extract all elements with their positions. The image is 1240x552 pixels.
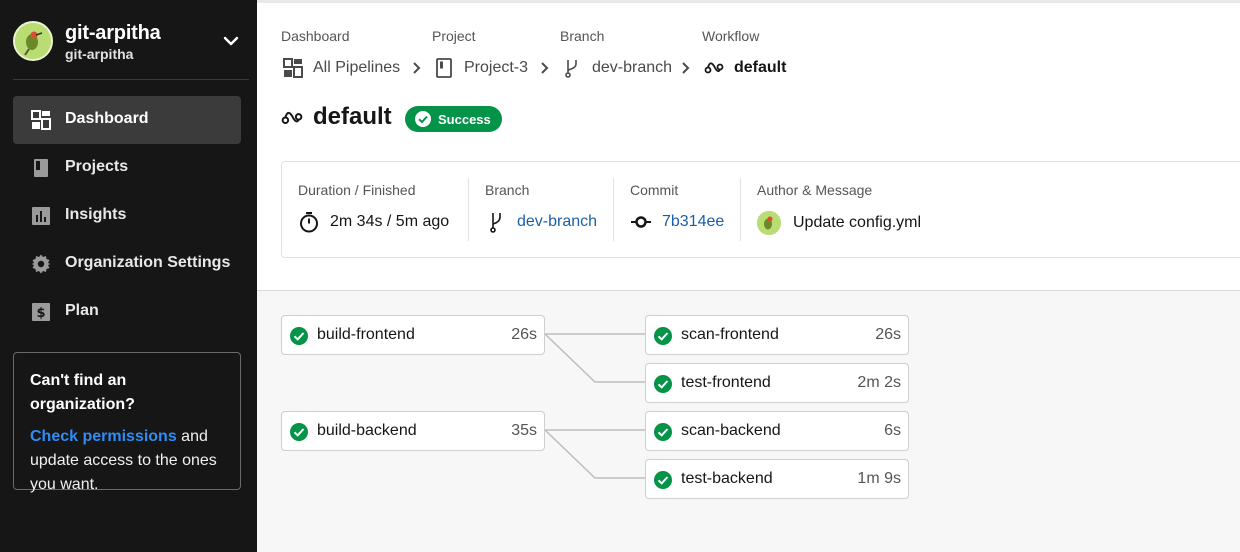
commit-label: Commit bbox=[630, 182, 679, 198]
sidebar-item-label: Organization Settings bbox=[65, 254, 231, 271]
help-body: Check permissions and update access to t… bbox=[30, 425, 224, 497]
status-badge: Success bbox=[405, 106, 502, 132]
edge-build-backend-test bbox=[544, 429, 645, 479]
success-check-icon bbox=[654, 375, 672, 393]
job-test-backend[interactable]: test-backend 1m 9s bbox=[645, 459, 909, 499]
job-duration: 35s bbox=[511, 422, 537, 439]
commit-message: Update config.yml bbox=[793, 214, 922, 231]
status-text: Success bbox=[438, 111, 491, 127]
breadcrumb-workflow: default bbox=[704, 57, 786, 79]
sidebar-divider bbox=[13, 79, 249, 80]
workflow-graph: build-frontend 26s scan-frontend 26s tes… bbox=[257, 292, 1240, 552]
breadcrumb-label-workflow: Workflow bbox=[702, 28, 760, 44]
edge-build-frontend-test bbox=[544, 333, 645, 383]
help-title: Can't find an organization? bbox=[30, 372, 135, 413]
pipelines-icon bbox=[283, 58, 303, 78]
org-subname: git-arpitha bbox=[65, 46, 134, 62]
branch-icon bbox=[565, 60, 577, 78]
breadcrumb-label-branch: Branch bbox=[560, 28, 605, 44]
sidebar-item-projects[interactable]: Projects bbox=[13, 144, 241, 192]
sidebar-item-plan[interactable]: $ Plan bbox=[13, 288, 241, 336]
job-duration: 2m 2s bbox=[857, 374, 901, 391]
page-title: default bbox=[313, 103, 392, 130]
breadcrumb-all-pipelines[interactable]: All Pipelines bbox=[283, 57, 400, 79]
job-name: scan-frontend bbox=[681, 326, 779, 343]
job-test-frontend[interactable]: test-frontend 2m 2s bbox=[645, 363, 909, 403]
sidebar-item-label: Dashboard bbox=[65, 110, 149, 127]
workflow-icon bbox=[704, 62, 724, 74]
success-check-icon bbox=[290, 423, 308, 441]
job-name: build-frontend bbox=[317, 326, 415, 343]
chevron-right-icon bbox=[413, 62, 421, 74]
workflow-header: Dashboard Project Branch Workflow All Pi… bbox=[257, 3, 1240, 291]
check-permissions-link[interactable]: Check permissions bbox=[30, 428, 177, 445]
breadcrumb-label-dashboard: Dashboard bbox=[281, 28, 350, 44]
branch-value: dev-branch bbox=[485, 211, 597, 233]
org-help-box: Can't find an organization? Check permis… bbox=[13, 352, 241, 493]
author-value: Update config.yml bbox=[757, 211, 921, 235]
duration-value: 2m 34s / 5m ago bbox=[298, 211, 449, 233]
job-duration: 26s bbox=[875, 326, 901, 343]
org-switcher[interactable]: git-arpitha git-arpitha bbox=[0, 0, 257, 80]
breadcrumb-label-project: Project bbox=[432, 28, 476, 44]
job-name: build-backend bbox=[317, 422, 417, 439]
project-icon bbox=[436, 58, 452, 78]
breadcrumb-text: default bbox=[734, 59, 787, 76]
sidebar-item-label: Projects bbox=[65, 158, 129, 175]
success-check-icon bbox=[654, 327, 672, 345]
org-name: git-arpitha bbox=[65, 22, 161, 44]
job-build-backend[interactable]: build-backend 35s bbox=[281, 411, 545, 451]
job-build-frontend[interactable]: build-frontend 26s bbox=[281, 315, 545, 355]
job-scan-backend[interactable]: scan-backend 6s bbox=[645, 411, 909, 451]
insights-icon bbox=[32, 207, 50, 225]
timer-icon bbox=[300, 212, 318, 233]
svg-text:$: $ bbox=[36, 306, 45, 321]
commit-icon bbox=[631, 216, 651, 228]
sidebar-item-dashboard[interactable]: Dashboard bbox=[13, 96, 241, 144]
breadcrumb-branch[interactable]: dev-branch bbox=[562, 57, 672, 79]
breadcrumb-text: dev-branch bbox=[592, 59, 673, 76]
breadcrumb-project[interactable]: Project-3 bbox=[434, 57, 528, 79]
chevron-right-icon bbox=[682, 62, 690, 74]
breadcrumb-text: Project-3 bbox=[464, 59, 529, 76]
info-divider bbox=[468, 178, 469, 241]
job-duration: 6s bbox=[884, 422, 901, 439]
success-check-icon bbox=[290, 327, 308, 345]
sidebar-item-label: Insights bbox=[65, 206, 127, 223]
chevron-right-icon bbox=[541, 62, 549, 74]
dashboard-icon bbox=[31, 110, 51, 130]
success-check-icon bbox=[654, 471, 672, 489]
org-avatar bbox=[13, 21, 53, 61]
check-circle-icon bbox=[415, 111, 431, 127]
duration-label: Duration / Finished bbox=[298, 182, 416, 198]
job-scan-frontend[interactable]: scan-frontend 26s bbox=[645, 315, 909, 355]
sidebar: git-arpitha git-arpitha Dashboard Projec… bbox=[0, 0, 257, 552]
job-duration: 1m 9s bbox=[857, 470, 901, 487]
sidebar-item-organization-settings[interactable]: Organization Settings bbox=[13, 240, 241, 288]
gear-icon bbox=[31, 254, 51, 274]
job-name: test-frontend bbox=[681, 374, 771, 391]
duration-text: 2m 34s / 5m ago bbox=[330, 213, 450, 230]
sidebar-item-label: Plan bbox=[65, 302, 99, 319]
commit-link[interactable]: 7b314ee bbox=[662, 213, 724, 231]
dollar-icon: $ bbox=[32, 303, 50, 321]
job-name: scan-backend bbox=[681, 422, 781, 439]
project-icon bbox=[34, 159, 48, 177]
sidebar-item-insights[interactable]: Insights bbox=[13, 192, 241, 240]
workflow-info-card: Duration / Finished 2m 34s / 5m ago Bran… bbox=[281, 161, 1240, 258]
author-avatar bbox=[757, 211, 781, 235]
author-label: Author & Message bbox=[757, 182, 873, 198]
workflow-icon bbox=[281, 111, 303, 124]
branch-icon bbox=[490, 213, 501, 233]
job-name: test-backend bbox=[681, 470, 773, 487]
info-divider bbox=[740, 178, 741, 241]
job-duration: 26s bbox=[511, 326, 537, 343]
branch-label: Branch bbox=[485, 182, 530, 198]
commit-value: 7b314ee bbox=[630, 211, 724, 233]
branch-link[interactable]: dev-branch bbox=[517, 213, 597, 231]
info-divider bbox=[613, 178, 614, 241]
success-check-icon bbox=[654, 423, 672, 441]
breadcrumb-text: All Pipelines bbox=[313, 59, 401, 76]
chevron-down-icon bbox=[223, 36, 239, 46]
